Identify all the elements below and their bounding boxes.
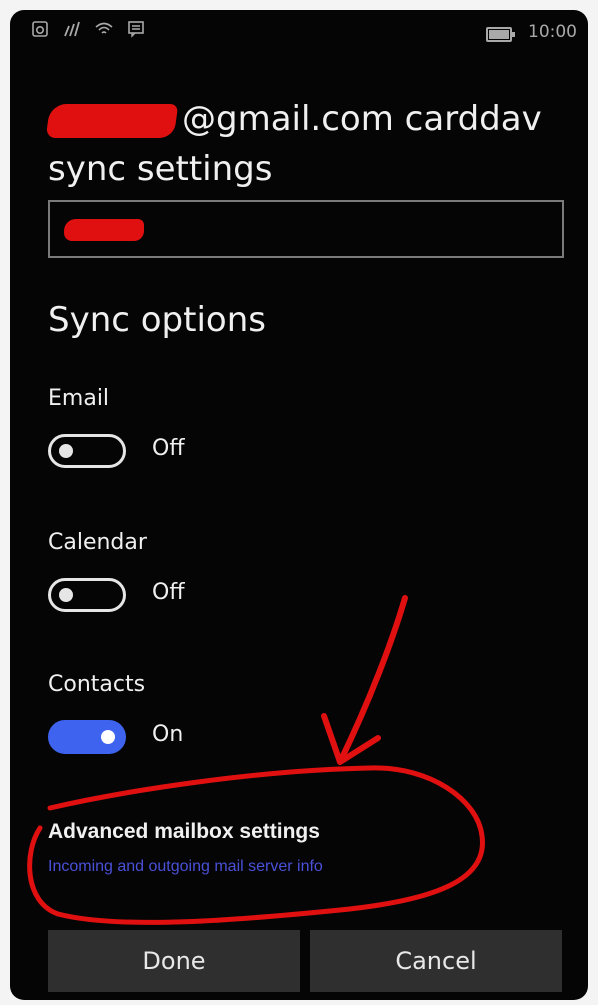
annotation-overlay — [27, 595, 485, 925]
annotation-circle — [27, 765, 485, 925]
phone-screen: 10:00 @gmail.com carddav sync settings S… — [10, 10, 588, 1000]
annotation-arrow — [321, 595, 408, 765]
